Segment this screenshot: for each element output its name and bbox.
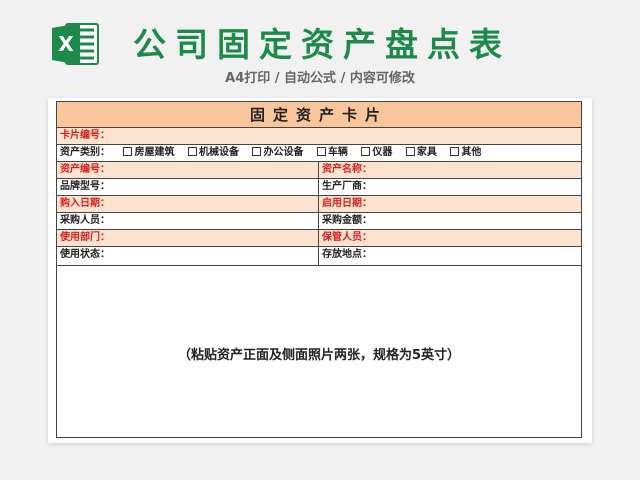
svg-text:X: X (58, 32, 74, 56)
page-header: X 公司固定资产盘点表 A4打印 / 自动公式 / 内容可修改 (0, 0, 640, 100)
category-option[interactable]: 机械设备 (187, 145, 239, 161)
excel-icon: X (52, 23, 99, 65)
keeper-label[interactable]: 保管人员： (319, 230, 581, 246)
row-category: 资产类别： 房屋建筑 机械设备 办公设备 车辆 仪器 家具 其他 (57, 145, 581, 162)
location-label[interactable]: 存放地点： (319, 247, 581, 265)
checkbox-icon[interactable] (187, 147, 197, 156)
category-option[interactable]: 车辆 (316, 145, 348, 161)
photo-note: （粘贴资产正面及侧面照片两张，规格为5英寸） (177, 348, 461, 363)
asset-card: 固定资产卡片 卡片编号： 资产类别： 房屋建筑 机械设备 办公设备 车辆 仪器 … (56, 101, 582, 438)
category-option[interactable]: 房屋建筑 (123, 145, 174, 161)
photo-area[interactable]: （粘贴资产正面及侧面照片两张，规格为5英寸） (57, 266, 581, 437)
category-option[interactable]: 其他 (450, 145, 481, 161)
category-label: 资产类别： (60, 147, 110, 158)
checkbox-icon[interactable] (361, 147, 371, 156)
checkbox-icon[interactable] (450, 147, 460, 156)
purchase-date-label[interactable]: 购入日期： (57, 196, 319, 212)
page-subtitle: A4打印 / 自动公式 / 内容可修改 (225, 71, 415, 86)
category-option[interactable]: 家具 (405, 145, 437, 161)
row-dates: 购入日期： 启用日期： (57, 196, 581, 213)
row-status: 使用状态： 存放地点： (57, 247, 581, 266)
buyer-label[interactable]: 采购人员： (57, 213, 319, 229)
card-no-label[interactable]: 卡片编号： (57, 128, 581, 144)
start-date-label[interactable]: 启用日期： (319, 196, 581, 212)
row-card-no: 卡片编号： (57, 128, 581, 145)
checkbox-icon[interactable] (252, 147, 262, 156)
row-model: 品牌型号： 生产厂商： (57, 179, 581, 196)
dept-label[interactable]: 使用部门： (57, 230, 319, 246)
status-label[interactable]: 使用状态： (57, 247, 319, 265)
category-cell: 资产类别： 房屋建筑 机械设备 办公设备 车辆 仪器 家具 其他 (57, 145, 581, 161)
asset-no-label[interactable]: 资产编号： (57, 162, 319, 178)
row-dept: 使用部门： 保管人员： (57, 230, 581, 247)
checkbox-icon[interactable] (123, 147, 133, 156)
row-asset-no: 资产编号： 资产名称： (57, 162, 581, 179)
card-title: 固定资产卡片 (57, 102, 581, 128)
page-title: 公司固定资产盘点表 (133, 25, 511, 64)
row-buyer: 采购人员： 采购金额： (57, 213, 581, 230)
spreadsheet-page: 固定资产卡片 卡片编号： 资产类别： 房屋建筑 机械设备 办公设备 车辆 仪器 … (48, 98, 592, 443)
model-label[interactable]: 品牌型号： (57, 179, 319, 195)
amount-label[interactable]: 采购金额： (319, 213, 581, 229)
category-option[interactable]: 办公设备 (252, 145, 303, 161)
checkbox-icon[interactable] (405, 147, 415, 156)
maker-label[interactable]: 生产厂商： (319, 179, 581, 195)
asset-name-label[interactable]: 资产名称： (319, 162, 581, 178)
checkbox-icon[interactable] (316, 147, 326, 156)
category-option[interactable]: 仪器 (361, 145, 392, 161)
